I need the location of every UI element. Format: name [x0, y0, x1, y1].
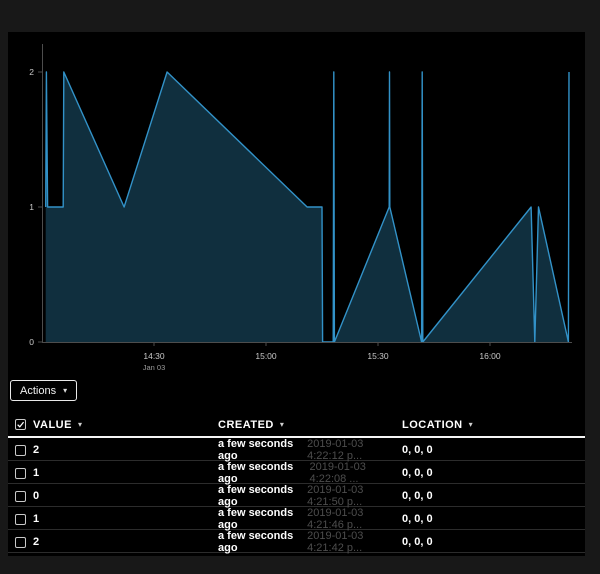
row-created: a few seconds ago 2019-01-03 4:21:46 p...	[218, 507, 402, 531]
created-absolute: 2019-01-03 4:22:08 ...	[310, 461, 402, 485]
location-header-label: LOCATION	[402, 419, 463, 431]
created-absolute: 2019-01-03 4:21:50 p...	[307, 484, 402, 508]
created-relative: a few seconds ago	[218, 461, 302, 485]
row-created: a few seconds ago 2019-01-03 4:22:08 ...	[218, 461, 402, 485]
row-checkbox[interactable]	[15, 468, 26, 479]
created-relative: a few seconds ago	[218, 438, 299, 462]
created-relative: a few seconds ago	[218, 507, 299, 531]
row-checkbox[interactable]	[15, 491, 26, 502]
y-axis-ticks: 0 1 2	[29, 67, 42, 347]
row-created: a few seconds ago 2019-01-03 4:21:50 p...	[218, 484, 402, 508]
value-header-label: VALUE	[33, 419, 72, 431]
table-row: 2a few seconds ago 2019-01-03 4:22:12 p..…	[8, 438, 585, 461]
actions-label: Actions	[20, 385, 56, 397]
row-checkbox[interactable]	[15, 514, 26, 525]
created-relative: a few seconds ago	[218, 484, 299, 508]
timeseries-chart: 0 1 2 14:30 Jan 03 15:00 15:30 16:00	[8, 32, 585, 378]
x-axis-ticks: 14:30 Jan 03 15:00 15:30 16:00	[143, 342, 501, 372]
row-created: a few seconds ago 2019-01-03 4:22:12 p...	[218, 438, 402, 462]
data-table: VALUE ▾ CREATED ▾ LOCATION ▾ 2a few seco…	[8, 413, 585, 553]
sort-caret-icon: ▾	[78, 420, 83, 429]
column-header-location[interactable]: LOCATION ▾	[402, 419, 585, 431]
column-header-created[interactable]: CREATED ▾	[218, 419, 402, 431]
column-header-value[interactable]: VALUE ▾	[33, 419, 218, 431]
row-checkbox[interactable]	[15, 537, 26, 548]
created-relative: a few seconds ago	[218, 530, 299, 554]
created-absolute: 2019-01-03 4:21:46 p...	[307, 507, 402, 531]
row-created: a few seconds ago 2019-01-03 4:21:42 p...	[218, 530, 402, 554]
table-row: 1a few seconds ago 2019-01-03 4:21:46 p..…	[8, 507, 585, 530]
y-tick-label: 2	[29, 67, 34, 77]
row-checkbox[interactable]	[15, 445, 26, 456]
table-rows: 2a few seconds ago2019-01-03 4:22:12 p..…	[8, 438, 585, 553]
table-row: 1a few seconds ago 2019-01-03 4:22:08 ...…	[8, 461, 585, 484]
table-row: 0a few seconds ago 2019-01-03 4:21:50 p..…	[8, 484, 585, 507]
check-icon	[16, 420, 25, 429]
row-value: 2	[33, 444, 218, 456]
row-value: 1	[33, 513, 218, 525]
table-header: VALUE ▾ CREATED ▾ LOCATION ▾	[8, 413, 585, 438]
x-tick-label: 15:00	[255, 351, 277, 361]
sort-caret-icon: ▾	[469, 420, 474, 429]
row-location: 0, 0, 0	[402, 536, 585, 548]
x-tick-label: 16:00	[479, 351, 501, 361]
created-absolute: 2019-01-03 4:22:12 p...	[307, 438, 402, 462]
row-location: 0, 0, 0	[402, 467, 585, 479]
created-header-label: CREATED	[218, 419, 274, 431]
row-location: 0, 0, 0	[402, 513, 585, 525]
table-row: 2a few seconds ago 2019-01-03 4:21:42 p..…	[8, 530, 585, 553]
row-location: 0, 0, 0	[402, 490, 585, 502]
created-absolute: 2019-01-03 4:21:42 p...	[307, 530, 402, 554]
sort-caret-icon: ▾	[280, 420, 285, 429]
chart-table-card: 0 1 2 14:30 Jan 03 15:00 15:30 16:00 Actions ▾…	[8, 32, 585, 556]
x-tick-label: 15:30	[367, 351, 389, 361]
row-value: 2	[33, 536, 218, 548]
chevron-down-icon: ▾	[63, 387, 67, 395]
y-tick-label: 0	[29, 337, 34, 347]
x-axis-date-label: Jan 03	[143, 363, 166, 372]
row-location: 0, 0, 0	[402, 444, 585, 456]
actions-button[interactable]: Actions ▾	[10, 380, 77, 401]
page: 0 1 2 14:30 Jan 03 15:00 15:30 16:00 Actions ▾…	[0, 0, 600, 574]
select-all-checkbox[interactable]	[15, 419, 26, 430]
row-value: 0	[33, 490, 218, 502]
x-tick-label: 14:30	[143, 351, 165, 361]
row-value: 1	[33, 467, 218, 479]
y-tick-label: 1	[29, 202, 34, 212]
